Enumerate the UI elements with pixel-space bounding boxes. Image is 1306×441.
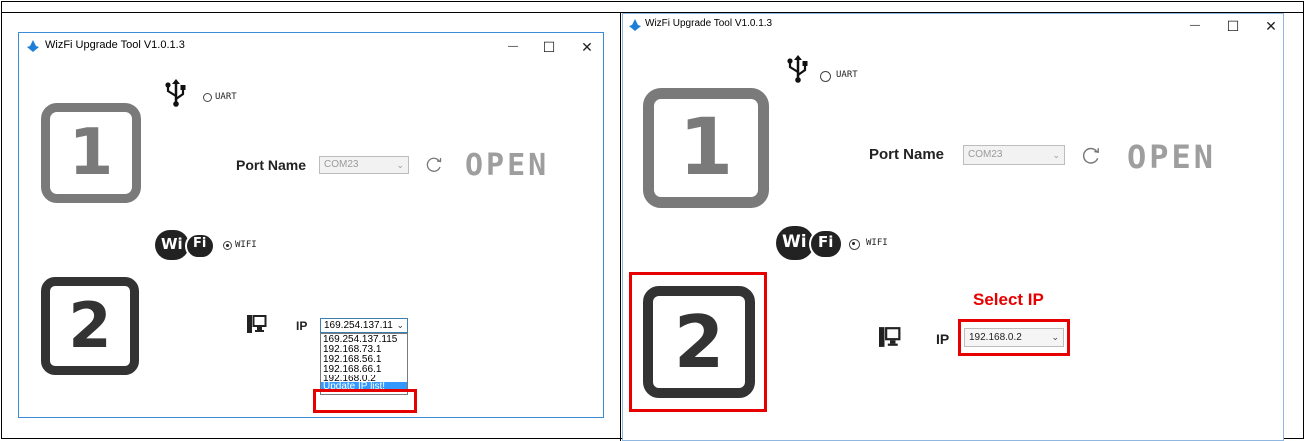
ip-select-value: 192.168.0.2: [969, 332, 1022, 343]
close-button[interactable]: ✕: [567, 35, 603, 59]
select-ip-annotation: Select IP: [973, 290, 1044, 309]
refresh-icon[interactable]: [425, 156, 443, 174]
port-select[interactable]: COM23 ⌄: [963, 145, 1065, 165]
maximize-button[interactable]: ☐: [1213, 14, 1253, 38]
chevron-down-icon: ⌄: [396, 160, 404, 170]
title-bar: WizFi Upgrade Tool V1.0.1.3 — ☐ ✕: [623, 14, 1283, 38]
minimize-button[interactable]: —: [493, 35, 533, 59]
wifi-logo: Wi Fi: [155, 230, 219, 262]
wifi-logo-wi: Wi: [782, 232, 807, 252]
ip-select-value: 169.254.137.11: [324, 320, 393, 331]
ip-select[interactable]: 192.168.0.2 ⌄: [964, 328, 1064, 347]
wifi-radio[interactable]: [223, 241, 232, 250]
app-icon: [27, 40, 39, 52]
open-button[interactable]: OPEN: [1127, 138, 1216, 176]
uart-label: UART: [215, 92, 237, 102]
step-1-badge: 1: [643, 88, 769, 208]
step-1-number: 1: [678, 103, 734, 193]
refresh-icon[interactable]: [1081, 146, 1101, 166]
ip-label: IP: [296, 319, 308, 333]
step-2-number: 2: [673, 300, 725, 384]
step-2-number: 2: [68, 289, 112, 362]
wifi-logo-wi: Wi: [161, 235, 183, 253]
port-select-value: COM23: [968, 149, 1003, 160]
port-name-label: Port Name: [869, 146, 945, 163]
wifi-logo-fi: Fi: [193, 236, 207, 251]
step-2-badge: 2: [41, 277, 139, 375]
chevron-down-icon: ⌄: [396, 320, 404, 330]
uart-radio[interactable]: [203, 93, 212, 102]
usb-icon: [165, 79, 186, 107]
right-app-window: WizFi Upgrade Tool V1.0.1.3 — ☐ ✕ 1 UART…: [622, 13, 1284, 441]
chevron-down-icon: ⌄: [1052, 150, 1060, 160]
maximize-button[interactable]: ☐: [529, 35, 569, 59]
window-title: WizFi Upgrade Tool V1.0.1.3: [45, 39, 185, 51]
usb-icon: [787, 55, 808, 83]
ip-dropdown-list: 169.254.137.115 192.168.73.1 192.168.56.…: [320, 333, 408, 395]
computer-icon: [247, 315, 267, 333]
wifi-label: WIFI: [866, 238, 888, 248]
uart-radio[interactable]: [820, 71, 831, 82]
app-icon: [629, 19, 641, 31]
left-app-window: WizFi Upgrade Tool V1.0.1.3 — ☐ ✕ 1 UART…: [18, 32, 604, 418]
chevron-down-icon: ⌄: [1051, 332, 1059, 342]
table-divider-vertical: [620, 12, 621, 441]
wifi-logo: Wi Fi: [776, 226, 846, 262]
wifi-logo-fi: Fi: [818, 233, 834, 251]
close-button[interactable]: ✕: [1251, 14, 1283, 38]
port-name-label: Port Name: [236, 157, 307, 173]
step-1-badge: 1: [41, 103, 141, 203]
title-bar: WizFi Upgrade Tool V1.0.1.3 — ☐ ✕: [19, 33, 603, 61]
window-title: WizFi Upgrade Tool V1.0.1.3: [645, 18, 773, 29]
wifi-radio[interactable]: [849, 239, 860, 250]
step-2-badge: 2: [643, 286, 755, 398]
step-1-number: 1: [68, 116, 114, 190]
open-button[interactable]: OPEN: [465, 148, 549, 183]
minimize-button[interactable]: —: [1175, 14, 1215, 38]
port-select[interactable]: COM23 ⌄: [319, 156, 409, 174]
uart-label: UART: [836, 70, 858, 80]
ip-label: IP: [936, 331, 950, 347]
update-ip-list-highlight: [313, 389, 417, 413]
ip-select[interactable]: 169.254.137.11 ⌄: [320, 318, 408, 333]
computer-icon: [879, 327, 901, 347]
wifi-label: WIFI: [235, 240, 257, 250]
ip-option[interactable]: 192.168.66.1: [321, 365, 407, 375]
port-select-value: COM23: [324, 159, 359, 170]
